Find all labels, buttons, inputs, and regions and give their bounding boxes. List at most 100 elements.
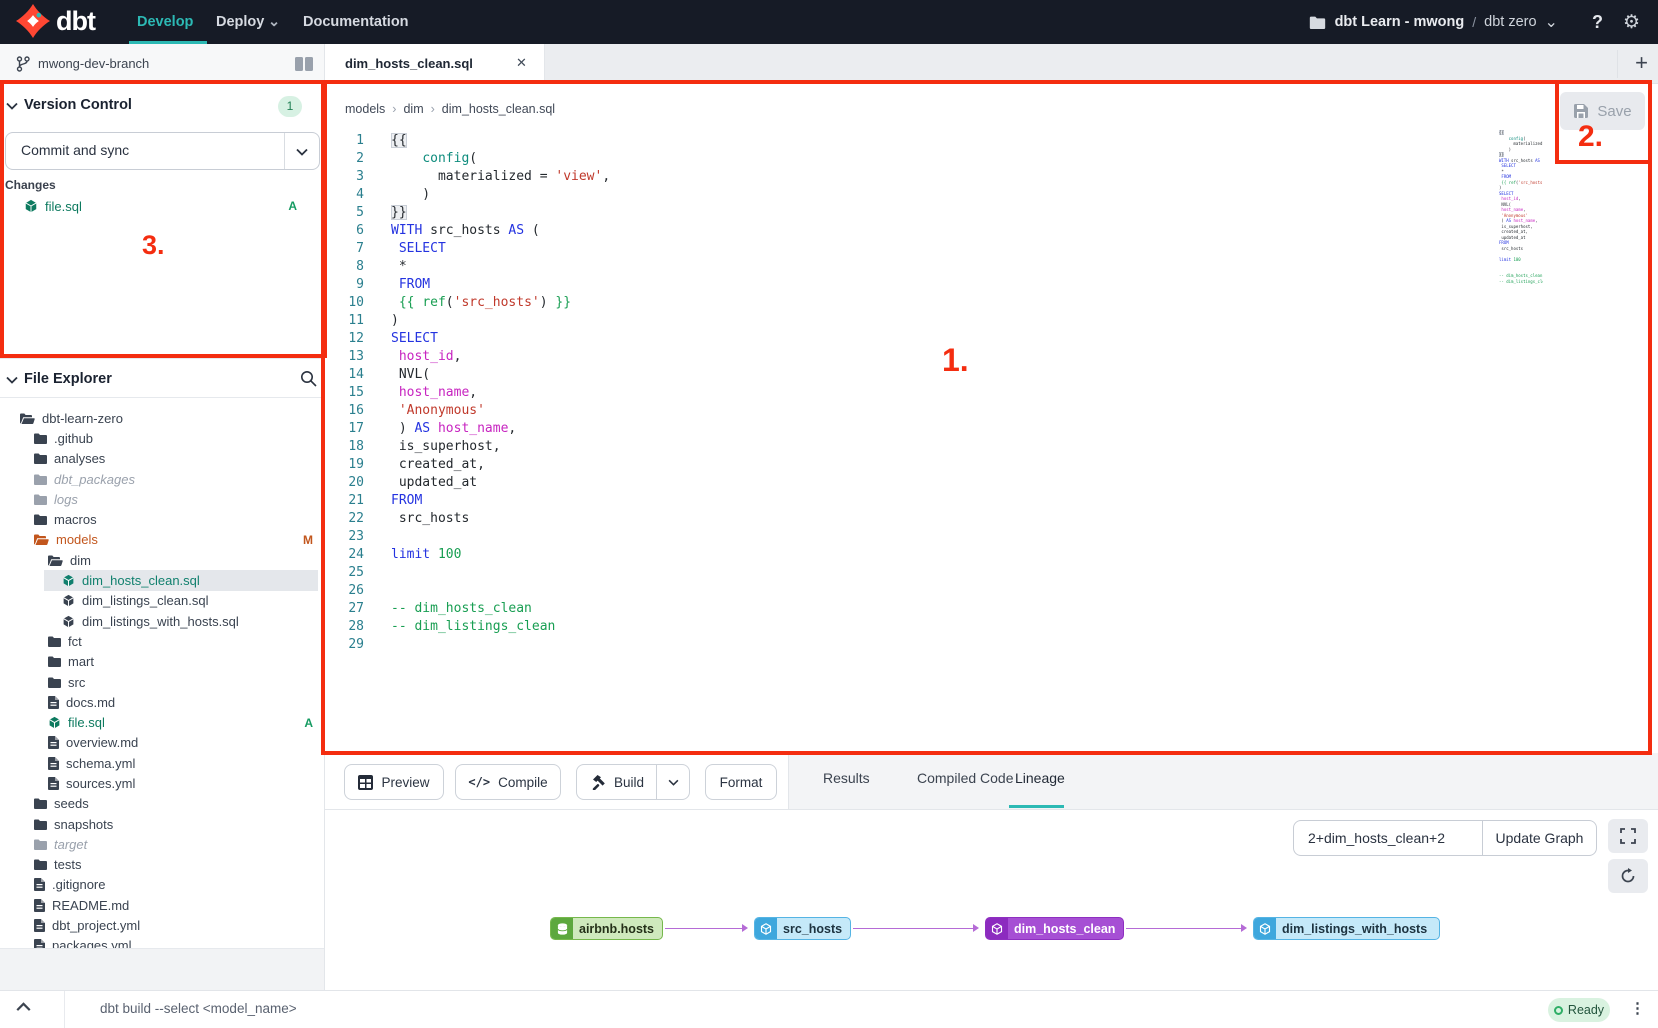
- version-control-title: Version Control: [24, 97, 132, 113]
- tree-item-fct[interactable]: fct: [0, 631, 325, 651]
- tree-item-analyses[interactable]: analyses: [0, 449, 325, 469]
- tree-item-macros[interactable]: macros: [0, 509, 325, 529]
- git-branch-icon: [16, 56, 30, 72]
- line-number: 4: [325, 186, 372, 204]
- tree-item--gitignore[interactable]: .gitignore: [0, 875, 325, 895]
- file-explorer-collapse-icon[interactable]: [6, 376, 18, 384]
- line-number: 10: [325, 294, 372, 312]
- tree-item-dim-hosts-clean-sql[interactable]: dim_hosts_clean.sql: [44, 570, 318, 590]
- tab-compiled-code[interactable]: Compiled Code: [917, 770, 1014, 786]
- code-line: 27-- dim_hosts_clean: [325, 600, 1658, 618]
- tree-item-file-sql[interactable]: file.sqlA: [0, 712, 325, 732]
- new-tab-button[interactable]: +: [1635, 50, 1648, 76]
- file-search-icon[interactable]: [300, 370, 317, 387]
- commit-options-chevron-icon[interactable]: [296, 148, 308, 156]
- lineage-node-dim-listings-with-hosts[interactable]: dim_listings_with_hosts: [1253, 917, 1440, 940]
- file-explorer-header[interactable]: File Explorer: [0, 366, 325, 396]
- nav-documentation[interactable]: Documentation: [303, 0, 409, 44]
- node-label: dim_listings_with_hosts: [1276, 918, 1435, 939]
- editor-minimap[interactable]: {{ config( materialized = 'view', )}}WIT…: [1497, 130, 1543, 305]
- preview-button[interactable]: Preview: [344, 764, 444, 800]
- line-number: 1: [325, 132, 372, 150]
- format-button[interactable]: Format: [705, 764, 777, 800]
- code-line: -- dim_listings_clean: [1497, 279, 1543, 285]
- changed-file-row[interactable]: file.sql A: [0, 196, 325, 217]
- cube-icon: [48, 716, 61, 729]
- model-cube-icon: [755, 918, 777, 939]
- nav-deploy[interactable]: Deploy: [216, 0, 264, 44]
- model-cube-icon: [986, 918, 1008, 939]
- tree-item-dbt-learn-zero[interactable]: dbt-learn-zero: [0, 408, 325, 428]
- tree-item-docs-md[interactable]: docs.md: [0, 692, 325, 712]
- line-number: 23: [325, 528, 372, 546]
- tree-item-overview-md[interactable]: overview.md: [0, 733, 325, 753]
- build-options-chevron[interactable]: [656, 765, 690, 799]
- version-control-header[interactable]: Version Control 1: [0, 92, 325, 122]
- version-control-collapse-icon[interactable]: [6, 102, 18, 110]
- help-icon[interactable]: ?: [1592, 12, 1603, 33]
- tree-item-label: dim_listings_with_hosts.sql: [82, 614, 239, 629]
- tab-lineage[interactable]: Lineage: [1015, 770, 1065, 786]
- tree-item-dim[interactable]: dim: [0, 550, 325, 570]
- folder-icon: [48, 656, 61, 667]
- format-label: Format: [720, 775, 763, 790]
- command-input[interactable]: dbt build --select <model_name>: [100, 1001, 297, 1016]
- model-cube-icon: [1254, 918, 1276, 939]
- tree-item-snapshots[interactable]: snapshots: [0, 814, 325, 834]
- code-line: 28-- dim_listings_clean: [325, 618, 1658, 636]
- build-label: Build: [614, 775, 644, 790]
- reset-view-button[interactable]: [1608, 859, 1648, 893]
- fullscreen-button[interactable]: [1608, 819, 1648, 853]
- folder-open-icon: [20, 413, 35, 424]
- lineage-node-src-hosts[interactable]: src_hosts: [754, 917, 851, 940]
- build-button[interactable]: Build: [576, 764, 690, 800]
- expand-command-panel-icon[interactable]: [16, 1002, 31, 1012]
- lineage-edge: [1126, 928, 1245, 929]
- tree-item-dbt-packages[interactable]: dbt_packages: [0, 469, 325, 489]
- environment-chevron-icon[interactable]: ⌄: [1545, 12, 1558, 32]
- line-number: 19: [325, 456, 372, 474]
- tree-item-schema-yml[interactable]: schema.yml: [0, 753, 325, 773]
- tree-item-readme-md[interactable]: README.md: [0, 895, 325, 915]
- tab-close-icon[interactable]: ✕: [516, 55, 527, 71]
- tab-results[interactable]: Results: [823, 770, 870, 786]
- build-hammer-icon: [591, 775, 606, 790]
- changes-label: Changes: [5, 178, 56, 192]
- code-line: 4 ): [325, 186, 1658, 204]
- tree-item--github[interactable]: .github: [0, 428, 325, 448]
- code-line: 17 ) AS host_name,: [325, 420, 1658, 438]
- docs-book-icon[interactable]: [295, 57, 313, 71]
- tree-item-dbt-project-yml[interactable]: dbt_project.yml: [0, 915, 325, 935]
- folder-icon: [34, 839, 47, 850]
- tree-item-target[interactable]: target: [0, 834, 325, 854]
- tree-item-src[interactable]: src: [0, 672, 325, 692]
- dbt-logo[interactable]: dbt: [16, 4, 95, 38]
- commit-and-sync-button[interactable]: Commit and sync: [5, 132, 320, 170]
- code-text-area[interactable]: 1{{2 config(3 materialized = 'view',4 )5…: [325, 132, 1658, 753]
- node-label: src_hosts: [777, 918, 850, 939]
- tree-item-models[interactable]: modelsM: [0, 530, 325, 550]
- code-line: 15 host_name,: [325, 384, 1658, 402]
- tab-dim-hosts-clean[interactable]: dim_hosts_clean.sql ✕: [325, 44, 545, 84]
- lineage-tab-underline: [1009, 805, 1064, 808]
- tree-item-seeds[interactable]: seeds: [0, 794, 325, 814]
- tree-item-tests[interactable]: tests: [0, 855, 325, 875]
- tree-item-mart[interactable]: mart: [0, 652, 325, 672]
- update-graph-button[interactable]: Update Graph: [1482, 820, 1597, 856]
- environment-name[interactable]: dbt zero: [1484, 14, 1536, 30]
- save-button[interactable]: Save: [1560, 92, 1645, 130]
- tree-item-logs[interactable]: logs: [0, 489, 325, 509]
- tree-item-dim-listings-with-hosts-sql[interactable]: dim_listings_with_hosts.sql: [0, 611, 325, 631]
- nav-develop[interactable]: Develop: [137, 0, 193, 44]
- settings-gear-icon[interactable]: ⚙: [1623, 11, 1640, 34]
- statusbar-menu-icon[interactable]: ⋮: [1630, 999, 1645, 1017]
- project-name[interactable]: dbt Learn - mwong: [1335, 14, 1465, 30]
- tree-item-dim-listings-clean-sql[interactable]: dim_listings_clean.sql: [0, 591, 325, 611]
- lineage-node-dim-hosts-clean[interactable]: dim_hosts_clean: [985, 917, 1124, 940]
- code-line: 22 src_hosts: [325, 510, 1658, 528]
- compile-button[interactable]: </> Compile: [455, 764, 561, 800]
- branch-name[interactable]: mwong-dev-branch: [38, 56, 149, 71]
- lineage-selector-input[interactable]: [1293, 820, 1483, 856]
- tree-item-sources-yml[interactable]: sources.yml: [0, 773, 325, 793]
- lineage-node-airbnb-hosts[interactable]: airbnb.hosts: [550, 917, 663, 940]
